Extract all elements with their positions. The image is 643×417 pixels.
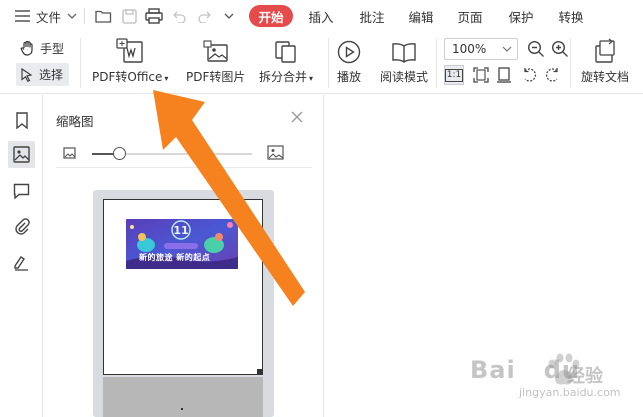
close-icon[interactable] [291, 111, 305, 125]
divider [328, 38, 329, 88]
split-merge-button[interactable]: 拆分合并 ▾ [259, 36, 313, 85]
play-button[interactable]: 播放 [337, 36, 361, 85]
tab-protect[interactable]: 保护 [503, 0, 539, 32]
read-mode-label: 阅读模式 [380, 70, 429, 84]
zoom-value: 100% [452, 42, 487, 56]
bookmark-icon[interactable] [8, 107, 35, 134]
read-mode-button[interactable]: 阅读模式 [380, 36, 428, 85]
svg-text:11: 11 [173, 224, 188, 237]
attachment-icon[interactable] [8, 213, 35, 240]
redo-icon[interactable] [195, 0, 213, 32]
divider [56, 167, 312, 168]
chevron-down-icon [502, 42, 512, 59]
next-page-thumbnail[interactable] [103, 377, 263, 417]
actual-size-label: 1:1 [444, 68, 464, 82]
pdf-to-image-label: PDF转图片 [186, 70, 246, 84]
file-menu[interactable]: 文件 [36, 0, 61, 32]
banner-image: 11 新的旅途 新的起点 [126, 219, 238, 269]
select-tool-button[interactable]: 选择 [16, 63, 69, 86]
rotate-document-button[interactable]: 旋转文档 [581, 36, 629, 85]
cursor-icon [21, 67, 33, 82]
tab-comment[interactable]: 批注 [354, 0, 390, 32]
watermark-brand-bai: Bai [470, 356, 516, 384]
pdf-to-image-button[interactable]: PDF转图片 [186, 36, 245, 85]
split-merge-icon [275, 41, 296, 63]
hand-tool-button[interactable]: 手型 [20, 38, 64, 58]
pdf-to-office-label: PDF转Office [92, 70, 163, 84]
divider [436, 38, 437, 88]
zoom-select[interactable]: 100% [444, 38, 518, 60]
split-merge-label: 拆分合并 [259, 70, 308, 84]
ribbon-toolbar: 手型 选择 PDF转Office▾ PDF转图片 拆分合并▾ 播放 阅读模式 [0, 32, 643, 94]
banner-text: 新的旅途 新的起点 [139, 253, 211, 262]
caret-down-icon: ▾ [309, 74, 314, 83]
tab-edit[interactable]: 编辑 [403, 0, 439, 32]
pdf-to-office-icon [116, 38, 143, 63]
tab-start[interactable]: 开始 [249, 5, 293, 27]
rotate-right-icon[interactable] [543, 65, 563, 85]
caret-down-icon: ▾ [164, 74, 169, 83]
fit-page-icon[interactable] [471, 65, 491, 85]
page-corner-marker [257, 369, 262, 374]
side-nav [0, 95, 43, 417]
thumbnail-panel: 缩略图 11 新的旅途 新的起点 [44, 95, 324, 417]
save-icon[interactable] [119, 0, 139, 32]
thumbnail-icon[interactable] [8, 141, 35, 168]
image-small-icon[interactable] [63, 147, 76, 162]
hamburger-menu-icon[interactable] [13, 0, 31, 32]
image-large-icon[interactable] [267, 145, 284, 163]
rotate-left-icon[interactable] [519, 65, 539, 85]
rotate-document-label: 旋转文档 [581, 70, 630, 84]
menu-bar: 文件 开始 插入 批注 编辑 页面 保护 转换 [0, 0, 643, 32]
page-dot [181, 408, 183, 410]
pdf-to-office-button[interactable]: PDF转Office ▾ [92, 36, 168, 85]
chevron-down-icon[interactable] [66, 0, 78, 32]
actual-size-button[interactable]: 1:1 [444, 65, 464, 85]
zoom-in-icon[interactable] [551, 40, 569, 61]
play-label: 播放 [337, 70, 362, 84]
print-icon[interactable] [143, 0, 165, 32]
comment-icon[interactable] [8, 177, 35, 204]
hand-icon [20, 40, 33, 56]
play-icon [337, 40, 361, 64]
watermark-url: jingyan.baidu.com [519, 386, 621, 399]
watermark-brand: Bai du [470, 356, 580, 384]
fit-width-icon[interactable] [494, 65, 514, 85]
select-tool-label: 选择 [39, 68, 64, 82]
open-book-icon [392, 43, 416, 63]
signature-icon[interactable] [8, 249, 35, 276]
slider-handle[interactable] [112, 147, 126, 160]
hand-tool-label: 手型 [40, 41, 65, 56]
open-folder-icon[interactable] [93, 0, 113, 32]
divider [80, 38, 81, 88]
undo-icon[interactable] [170, 0, 188, 32]
panel-title: 缩略图 [56, 114, 94, 129]
tab-insert[interactable]: 插入 [303, 0, 339, 32]
rotate-document-icon [595, 38, 615, 63]
divider [84, 8, 85, 24]
tab-convert[interactable]: 转换 [553, 0, 589, 32]
watermark-cn: 经验 [567, 366, 603, 387]
divider [570, 38, 571, 88]
tab-page[interactable]: 页面 [452, 0, 488, 32]
zoom-out-icon[interactable] [527, 40, 545, 61]
pdf-to-image-icon [203, 40, 228, 62]
chevron-down-icon[interactable] [222, 0, 236, 32]
